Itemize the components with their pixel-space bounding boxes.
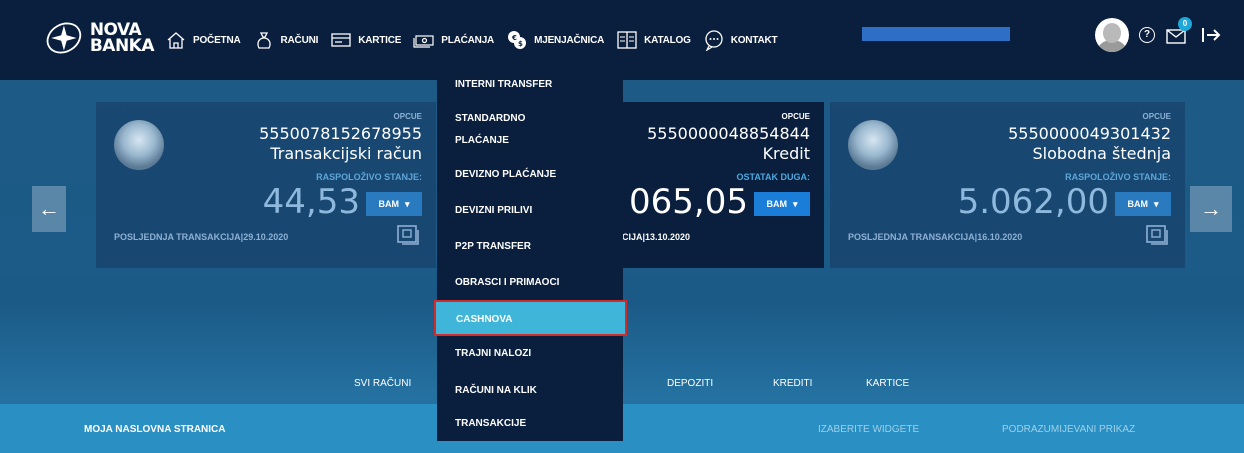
chevron-down-icon: ▾: [1153, 198, 1159, 209]
balance-amount: 065,05: [629, 182, 748, 222]
avatar[interactable]: [1095, 18, 1129, 52]
tab-all-accounts[interactable]: SVI RAČUNI: [354, 378, 411, 389]
currency-select[interactable]: BAM ▾: [366, 192, 422, 216]
messages-button[interactable]: 0: [1165, 17, 1192, 47]
tab-cards[interactable]: KARTICE: [866, 378, 909, 389]
nova-banka-logo[interactable]: NOVA BANKA: [44, 14, 155, 62]
menu-item-devizno-placanje[interactable]: DEVIZNO PLAĆANJE: [455, 169, 615, 180]
account-number: 5550000048854844: [647, 124, 810, 143]
nav-item-placanja[interactable]: PLAĆANJA: [413, 29, 494, 51]
menu-item-interni-transfer[interactable]: INTERNI TRANSFER: [455, 79, 615, 90]
card-tag: OPCUE: [1142, 112, 1171, 121]
main-nav: POČETNA RAČUNI KARTICE PLAĆANJA € $ MJENJ…: [165, 26, 789, 54]
account-image: [114, 120, 164, 170]
header-actions: ? 0: [1095, 17, 1223, 52]
unread-badge: 0: [1178, 17, 1192, 31]
menu-item-trajni-nalozi[interactable]: TRAJNI NALOZI: [455, 348, 615, 359]
menu-item-standardno[interactable]: STANDARDNO: [455, 113, 615, 124]
default-view-button[interactable]: PODRAZUMIJEVANI PRIKAZ: [1002, 424, 1135, 435]
nav-item-katalog[interactable]: KATALOG: [616, 29, 691, 51]
nav-item-pocetna[interactable]: POČETNA: [165, 29, 241, 51]
money-bag-icon: [256, 32, 271, 49]
account-image: [848, 120, 898, 170]
exchange-icon: €$: [508, 31, 527, 49]
card-icon: [331, 33, 351, 47]
logout-icon[interactable]: [1199, 23, 1223, 47]
currency-label: BAM: [766, 199, 787, 209]
account-type: Transakcijski račun: [270, 144, 422, 163]
svg-text:$: $: [518, 40, 523, 48]
account-type: Slobodna štednja: [1032, 144, 1171, 163]
account-type: Kredit: [762, 144, 810, 163]
last-transaction: CIJA|13.10.2020: [622, 232, 691, 242]
balance-label: RASPOLOŽIVO STANJE:: [1065, 172, 1171, 182]
nav-item-kontakt[interactable]: KONTAKT: [703, 29, 778, 51]
currency-label: BAM: [378, 199, 399, 209]
redaction-bar: [862, 27, 1010, 41]
nav-item-mjenjacnica[interactable]: € $ MJENJAČNICA: [506, 29, 604, 51]
nav-label: KATALOG: [644, 34, 691, 46]
account-card-1[interactable]: OPCUE 5550078152678955 Transakcijski rač…: [96, 102, 436, 268]
nav-label: KONTAKT: [730, 34, 778, 46]
previous-arrow-icon[interactable]: ←: [32, 186, 66, 232]
account-number: 5550078152678955: [259, 124, 422, 143]
home-icon: [167, 32, 185, 49]
logo-line-2: BANKA: [89, 36, 155, 56]
last-transaction: POSLJEDNJA TRANSAKCIJA|16.10.2020: [848, 232, 1023, 242]
menu-item-placanje[interactable]: PLAĆANJE: [455, 135, 615, 146]
balance-label: OSTATAK DUGA:: [736, 172, 811, 182]
nav-label: KARTICE: [358, 34, 402, 46]
menu-item-devizni-prilivi[interactable]: DEVIZNI PRILIVI: [455, 205, 615, 216]
next-arrow-icon[interactable]: →: [1190, 186, 1232, 232]
currency-select[interactable]: BAM ▾: [754, 192, 810, 216]
chat-icon: [705, 30, 723, 51]
balance-amount: 44,53: [262, 182, 360, 222]
account-card-3[interactable]: OPCUE 5550000049301432 Slobodna štednja …: [830, 102, 1185, 268]
nav-label: POČETNA: [193, 34, 241, 46]
tab-credits[interactable]: KREDITI: [773, 378, 812, 389]
page-title: MOJA NASLOVNA STRANICA: [84, 424, 226, 435]
payments-dropdown-menu: INTERNI TRANSFER STANDARDNO PLAĆANJE DEV…: [437, 71, 623, 441]
menu-item-cashnova[interactable]: CASHNOVA: [434, 300, 627, 336]
currency-label: BAM: [1127, 199, 1148, 209]
menu-item-transakcije[interactable]: TRANSAKCIJE: [455, 418, 615, 429]
catalog-icon: [617, 31, 637, 49]
account-number: 5550000049301432: [1008, 124, 1171, 143]
last-transaction: POSLJEDNJA TRANSAKCIJA|29.10.2020: [114, 232, 289, 242]
menu-item-racuni-na-klik[interactable]: RAČUNI NA KLIK: [455, 385, 615, 396]
nav-label: MJENJAČNICA: [534, 34, 605, 46]
chevron-down-icon: ▾: [792, 198, 798, 209]
logo-icon: [46, 22, 82, 54]
tab-deposits[interactable]: DEPOZITI: [667, 378, 713, 389]
choose-widgets-button[interactable]: IZABERITE WIDGETE: [818, 424, 919, 435]
menu-item-label: CASHNOVA: [456, 314, 513, 325]
card-tag: OPCUE: [781, 112, 810, 121]
svg-text:€: €: [511, 34, 517, 42]
chevron-down-icon: ▾: [404, 198, 410, 209]
card-tag: OPCUE: [393, 112, 422, 121]
receipt-icon[interactable]: [1145, 224, 1169, 246]
balance-amount: 5.062,00: [957, 182, 1109, 222]
menu-item-p2p-transfer[interactable]: P2P TRANSFER: [455, 241, 615, 252]
help-icon[interactable]: ?: [1139, 27, 1155, 43]
cash-icon: [413, 35, 434, 48]
menu-item-obrasci-i-primaoci[interactable]: OBRASCI I PRIMAOCI: [455, 277, 615, 288]
nav-item-kartice[interactable]: KARTICE: [330, 29, 401, 51]
currency-select[interactable]: BAM ▾: [1115, 192, 1171, 216]
balance-label: RASPOLOŽIVO STANJE:: [316, 172, 422, 182]
nav-item-racuni[interactable]: RAČUNI: [253, 29, 319, 51]
nav-label: RAČUNI: [280, 34, 319, 46]
top-navigation-bar: NOVA BANKA POČETNA RAČUNI KARTICE PLAĆAN…: [0, 0, 1244, 80]
nav-label: PLAĆANJA: [441, 34, 495, 46]
receipt-icon[interactable]: [396, 224, 420, 246]
